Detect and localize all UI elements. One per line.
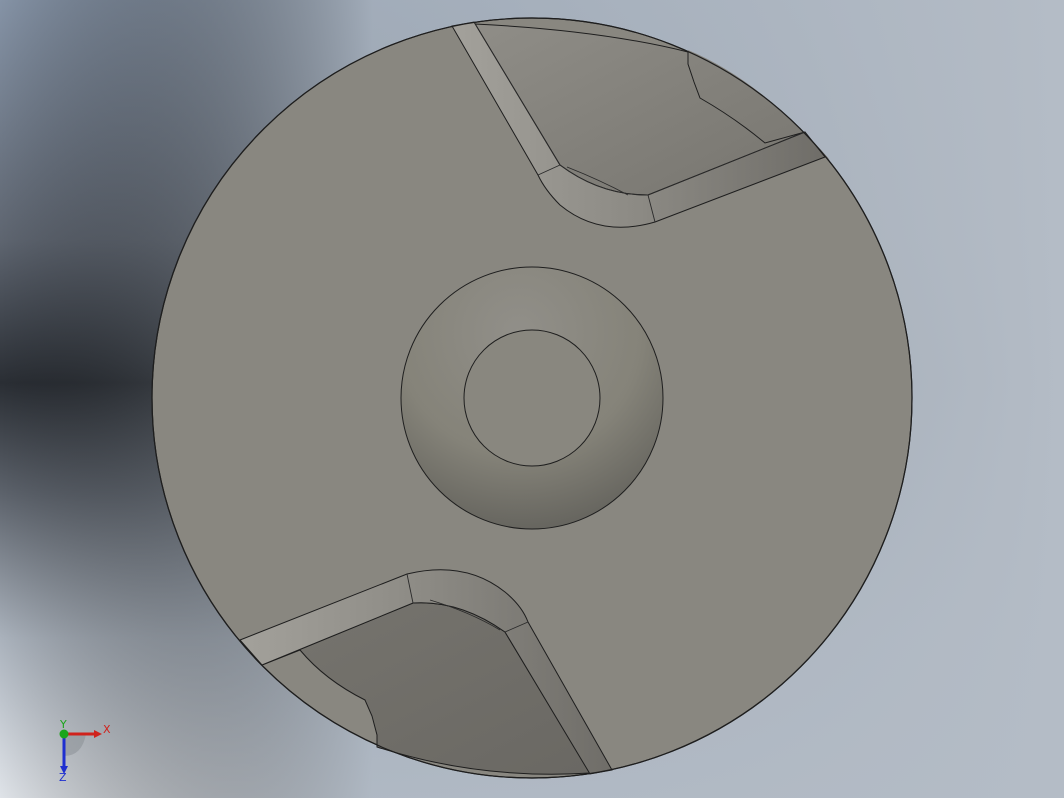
hub-bore[interactable]: [463, 329, 601, 467]
triad-base-shadow: [64, 734, 86, 756]
graphics-viewport[interactable]: X Y Z: [0, 0, 1064, 798]
viewport-canvas[interactable]: [0, 0, 1064, 798]
z-axis-label: Z: [59, 771, 67, 782]
x-axis-label: X: [103, 723, 111, 736]
triad-graphic: X Y Z: [59, 718, 111, 782]
x-axis-arrowhead: [94, 730, 102, 738]
y-axis-label: Y: [59, 718, 67, 731]
reference-triad[interactable]: X Y Z: [52, 716, 122, 782]
